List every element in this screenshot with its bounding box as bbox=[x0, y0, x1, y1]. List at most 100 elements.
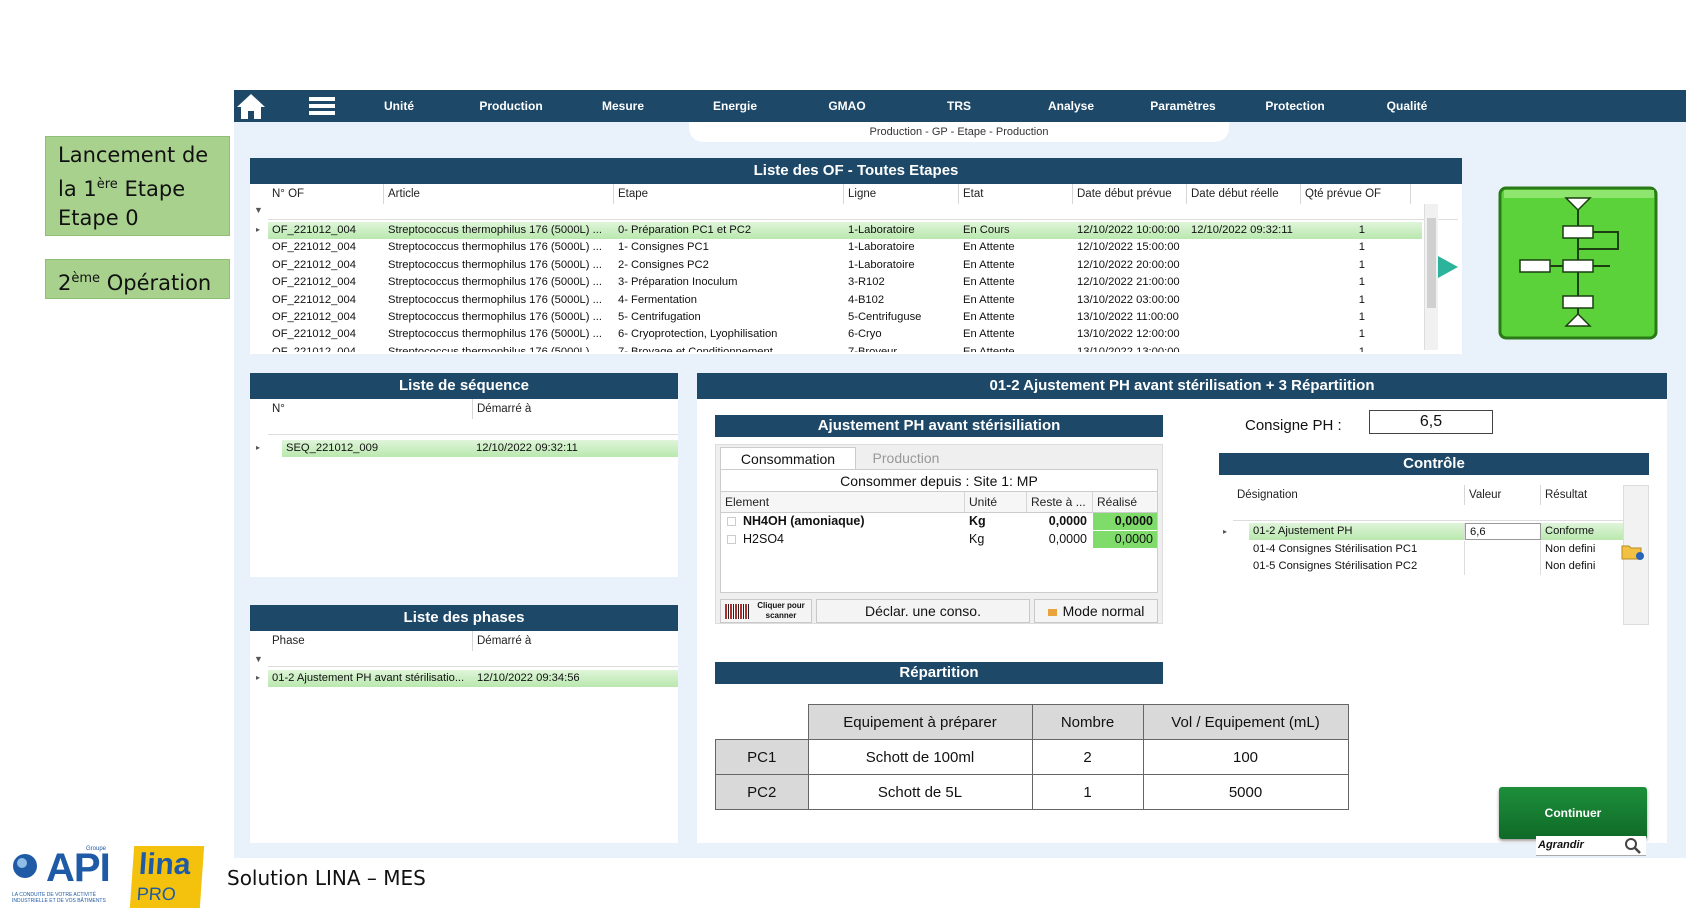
consume-col-remaining[interactable]: Reste à ... bbox=[1027, 492, 1093, 512]
mode-normal-button[interactable]: Mode normal bbox=[1034, 599, 1158, 623]
controle-row[interactable]: 01-4 Consignes Stérilisation PC1 Non defi… bbox=[1249, 540, 1625, 558]
consume-row[interactable]: NH4OH (amoniaque) Kg 0,0000 0,0000 bbox=[721, 513, 1157, 530]
nav-item-0[interactable]: Unité bbox=[344, 90, 454, 122]
phases-col-started[interactable]: Démarré à bbox=[473, 631, 678, 651]
repartition-equipment: Schott de 100ml bbox=[807, 739, 1033, 775]
consume-header: Element Unité Reste à ... Réalisé bbox=[721, 492, 1157, 513]
of-col-4[interactable]: Etat bbox=[959, 184, 1073, 204]
of-cell-6 bbox=[1187, 326, 1301, 343]
api-tagline: LA CONDUITE DE VOTRE ACTIVITÉ INDUSTRIEL… bbox=[12, 892, 106, 904]
controle-row[interactable]: 01-5 Consignes Stérilisation PC2 Non defi… bbox=[1249, 558, 1625, 576]
flowchart-icon[interactable] bbox=[1496, 184, 1660, 342]
of-row[interactable]: OF_221012_004 Streptococcus thermophilus … bbox=[268, 222, 1422, 239]
folder-icon[interactable] bbox=[1621, 543, 1645, 561]
repartition-volume: 5000 bbox=[1142, 774, 1349, 810]
of-cell-1: Streptococcus thermophilus 176 (5000L) .… bbox=[388, 345, 602, 352]
controle-cell-1[interactable]: 6,6 bbox=[1465, 523, 1541, 540]
controle-filter-row[interactable] bbox=[1233, 505, 1625, 521]
operation-panel: 01-2 Ajustement PH avant stérilisation +… bbox=[697, 373, 1667, 843]
controle-cell-1[interactable] bbox=[1465, 540, 1541, 558]
menu-icon[interactable] bbox=[309, 95, 335, 117]
phases-col-phase[interactable]: Phase bbox=[268, 631, 473, 651]
sequence-col-started[interactable]: Démarré à bbox=[473, 399, 678, 419]
of-cell-1: Streptococcus thermophilus 176 (5000L) .… bbox=[388, 311, 602, 323]
mode-icon bbox=[1047, 608, 1057, 616]
phase-row[interactable]: 01-2 Ajustement PH avant stérilisatio...… bbox=[268, 670, 678, 687]
of-row[interactable]: OF_221012_004 Streptococcus thermophilus … bbox=[268, 309, 1422, 326]
phase-started: 12/10/2022 09:34:56 bbox=[477, 672, 580, 684]
of-cell-5: 12/10/2022 21:00:00 bbox=[1077, 276, 1180, 289]
nav-item-4[interactable]: GMAO bbox=[792, 90, 902, 122]
tab-consommation[interactable]: Consommation bbox=[720, 447, 856, 469]
of-row[interactable]: OF_221012_004 Streptococcus thermophilus … bbox=[268, 292, 1422, 309]
of-cell-2: 6- Cryoprotection, Lyophilisation bbox=[618, 328, 778, 341]
mes-application: Unité Production Mesure Energie GMAO TRS Analy… bbox=[234, 90, 1686, 858]
consume-col-element[interactable]: Element bbox=[721, 492, 965, 512]
controle-col-result[interactable]: Résultat bbox=[1541, 485, 1625, 505]
filter-icon[interactable]: ▼ bbox=[254, 205, 263, 215]
of-col-3[interactable]: Ligne bbox=[844, 184, 959, 204]
sequence-col-no[interactable]: N° bbox=[268, 399, 473, 419]
of-cell-3: 4-B102 bbox=[848, 293, 885, 306]
controle-col-designation[interactable]: Désignation bbox=[1233, 485, 1465, 505]
nav-item-6[interactable]: Analyse bbox=[1016, 90, 1126, 122]
consume-from-label: Consommer depuis : Site 1: MP bbox=[721, 470, 1157, 492]
sequence-filter-row[interactable] bbox=[268, 419, 678, 435]
nav-item-7[interactable]: Paramètres bbox=[1128, 90, 1238, 122]
consume-done[interactable]: 0,0000 bbox=[1093, 531, 1157, 548]
of-row[interactable]: OF_221012_004 Streptococcus thermophilus … bbox=[268, 257, 1422, 274]
magnifier-icon[interactable] bbox=[1624, 837, 1642, 858]
of-col-1[interactable]: Article bbox=[384, 184, 614, 204]
scan-button[interactable]: Cliquer pour scanner bbox=[720, 599, 812, 623]
of-col-0[interactable]: N° OF bbox=[268, 184, 384, 204]
of-col-6[interactable]: Date début réelle bbox=[1187, 184, 1301, 204]
of-cell-5: 12/10/2022 10:00:00 bbox=[1077, 224, 1180, 236]
filter-row[interactable] bbox=[268, 204, 1458, 220]
controle-row[interactable]: 01-2 Ajustement PH 6,6 Conforme bbox=[1249, 523, 1625, 540]
of-cell-6 bbox=[1187, 292, 1301, 309]
home-icon[interactable] bbox=[236, 92, 266, 120]
row-indicator-icon: ▸ bbox=[256, 443, 261, 452]
consume-row[interactable]: H2SO4 Kg 0,0000 0,0000 bbox=[721, 531, 1157, 548]
consume-checkbox[interactable] bbox=[727, 535, 736, 544]
of-cell-0: OF_221012_004 bbox=[272, 311, 356, 323]
consigne-input[interactable]: 6,5 bbox=[1369, 410, 1493, 434]
phases-filter-icon[interactable]: ▼ bbox=[254, 654, 263, 664]
nav-item-9[interactable]: Qualité bbox=[1352, 90, 1462, 122]
of-col-7[interactable]: Qté prévue OF bbox=[1301, 184, 1411, 204]
nav-item-2[interactable]: Mesure bbox=[568, 90, 678, 122]
controle-col-value[interactable]: Valeur bbox=[1465, 485, 1541, 505]
of-cell-5: 13/10/2022 11:00:00 bbox=[1077, 311, 1179, 323]
continue-button[interactable]: Continuer bbox=[1499, 787, 1647, 839]
of-row[interactable]: OF_221012_004 Streptococcus thermophilus … bbox=[268, 239, 1422, 256]
top-navigation-bar: Unité Production Mesure Energie GMAO TRS Analy… bbox=[234, 90, 1686, 122]
zoom-input[interactable]: Agrandir bbox=[1536, 836, 1646, 856]
phases-filter-row[interactable] bbox=[268, 651, 678, 667]
of-row[interactable]: OF_221012_004 Streptococcus thermophilus … bbox=[268, 274, 1422, 291]
solution-caption: Solution LINA – MES bbox=[227, 866, 426, 890]
of-row[interactable]: OF_221012_004 Streptococcus thermophilus … bbox=[268, 326, 1422, 343]
play-arrow-icon[interactable] bbox=[1438, 256, 1458, 278]
controle-cell-1[interactable] bbox=[1465, 558, 1541, 576]
declare-consumption-button[interactable]: Déclar. une conso. bbox=[816, 599, 1030, 623]
nav-item-8[interactable]: Protection bbox=[1240, 90, 1350, 122]
tab-production[interactable]: Production bbox=[856, 447, 956, 469]
consume-checkbox[interactable] bbox=[727, 517, 736, 526]
consume-col-unit[interactable]: Unité bbox=[965, 492, 1027, 512]
repartition-count: 1 bbox=[1031, 774, 1144, 810]
nav-item-1[interactable]: Production bbox=[456, 90, 566, 122]
of-col-2[interactable]: Etape bbox=[614, 184, 844, 204]
sequence-row[interactable]: SEQ_221012_009 12/10/2022 09:32:11 bbox=[282, 440, 678, 457]
controle-cell-2: Non defini bbox=[1541, 540, 1625, 558]
consume-done[interactable]: 0,0000 bbox=[1093, 513, 1157, 530]
consume-col-done[interactable]: Réalisé bbox=[1093, 492, 1157, 512]
repartition-count: 2 bbox=[1031, 739, 1144, 775]
of-list-scrollbar[interactable] bbox=[1424, 204, 1438, 350]
of-col-5[interactable]: Date début prévue bbox=[1073, 184, 1187, 204]
lina-pro-logo: lina PRO bbox=[129, 846, 205, 908]
repartition-table: Equipement à préparer Nombre Vol / Equip… bbox=[715, 704, 1349, 810]
nav-item-5[interactable]: TRS bbox=[904, 90, 1014, 122]
nav-item-3[interactable]: Energie bbox=[680, 90, 790, 122]
of-row[interactable]: OF_221012_004 Streptococcus thermophilus … bbox=[268, 344, 1422, 352]
of-cell-0: OF_221012_004 bbox=[272, 293, 356, 306]
